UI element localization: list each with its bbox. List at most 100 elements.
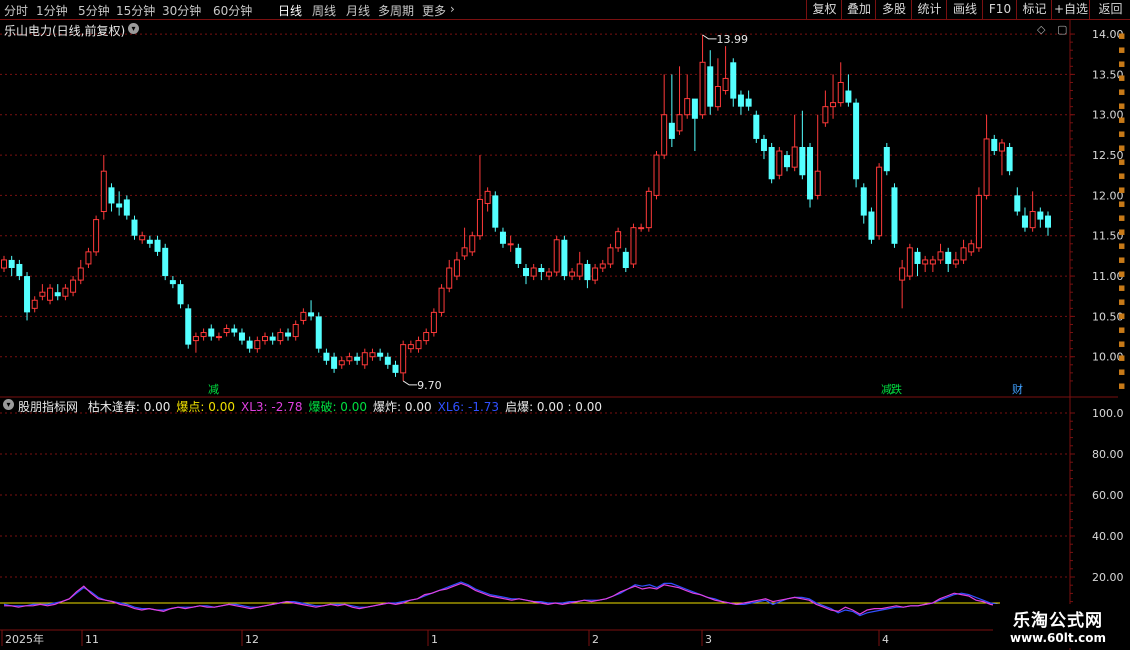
strip-mark: ▪ [1118, 155, 1126, 168]
event-tag[interactable]: 跌 [890, 381, 903, 397]
strip-mark: ▪ [1118, 57, 1126, 70]
time-axis-label: 11 [85, 633, 99, 646]
period-toolbar: 分时 1分钟 5分钟 15分钟 30分钟 60分钟 日线 周线 月线 多周期 更多 › 复权 叠加 多股 统计… [0, 0, 1130, 20]
candle-body-up [1, 259, 7, 269]
indicator-legend-item: 启爆: 0.00 : 0.00 [505, 400, 603, 414]
candle-body-up [85, 251, 92, 265]
candle-body-down [146, 239, 153, 244]
candle-body-up [400, 344, 407, 374]
indicator-chevron-down-icon[interactable]: ▾ [3, 399, 14, 410]
candle-body-down [392, 364, 399, 373]
event-tag[interactable]: 减 [207, 381, 220, 397]
period-tab[interactable]: 更多 [422, 2, 446, 19]
period-tab[interactable]: 5分钟 [78, 2, 110, 19]
candle-body-down [169, 280, 176, 285]
event-tag[interactable]: 财 [1011, 381, 1024, 397]
period-tab[interactable]: 日线 [278, 2, 302, 19]
candle-body-down [691, 98, 698, 119]
period-tab[interactable]: 分时 [4, 2, 28, 19]
strip-mark: ▪ [1118, 99, 1126, 112]
indicator-legend-item: 爆炸: 0.00 [373, 400, 432, 414]
toolbar-button[interactable]: 叠加 [841, 0, 876, 19]
strip-mark: ▪ [1118, 225, 1126, 238]
candle-body-down [54, 292, 61, 297]
candle-body-up [906, 247, 913, 277]
candle-body-up [876, 166, 883, 237]
toolbar-button[interactable]: 多股 [875, 0, 912, 19]
stock-title[interactable]: 乐山电力(日线,前复权) [4, 22, 125, 39]
candle-body-up [937, 251, 944, 261]
indicator-legend: 股朋指标网 枯木逢春: 0.00 爆点: 0.00 XL3: -2.78 爆破: 0.… [18, 398, 602, 415]
candle-body-down [784, 155, 790, 168]
candle-body-down [737, 94, 744, 107]
window-icon[interactable]: ▢ [1057, 23, 1067, 36]
candle-body-up [262, 336, 268, 342]
candle-body-down [868, 211, 875, 240]
candle-body-down [323, 352, 330, 361]
time-axis-label: 4 [882, 633, 889, 646]
candle-body-up [200, 332, 207, 338]
candle-body-up [968, 243, 975, 253]
toolbar-button[interactable]: 标记 [1016, 0, 1052, 19]
candle-body-down [238, 332, 245, 341]
strip-mark: ▪ [1118, 337, 1126, 350]
candle-body-down [945, 251, 952, 264]
candle-body-up [77, 267, 84, 281]
candle-body-down [760, 138, 767, 152]
indicator-legend-item: 爆点: 0.00 [176, 400, 235, 414]
toolbar-button[interactable]: 返回 [1089, 0, 1130, 19]
axis-layer: 14.0013.5013.0012.5012.0011.5011.0010.50… [5, 28, 1124, 646]
candle-body-down [745, 98, 752, 107]
chevron-down-icon[interactable]: ▾ [128, 23, 139, 34]
candle-body-down [123, 199, 130, 216]
period-tab[interactable]: 30分钟 [162, 2, 201, 19]
period-tab[interactable]: 1分钟 [36, 2, 68, 19]
candle-body-down [131, 219, 138, 236]
period-tab[interactable]: 60分钟 [213, 2, 252, 19]
candle-body-up [39, 291, 46, 297]
candle-body-down [108, 187, 115, 204]
candle-body-down [208, 328, 215, 337]
candle-body-up [93, 219, 100, 253]
candle-body-up [830, 102, 837, 108]
candle-body-up [653, 154, 660, 196]
period-tab[interactable]: 15分钟 [116, 2, 155, 19]
toolbar-button[interactable]: +自选 [1051, 0, 1090, 19]
candle-body-up [983, 138, 990, 196]
candle-body-down [622, 251, 629, 268]
candle-body-up [70, 279, 77, 293]
diamond-icon[interactable]: ◇ [1037, 23, 1045, 36]
candle-body-down [1014, 195, 1021, 212]
candle-body-down [1045, 215, 1051, 228]
period-tab[interactable]: 周线 [312, 2, 336, 19]
toolbar-button[interactable]: 复权 [806, 0, 842, 19]
toolbar-button[interactable]: 统计 [911, 0, 947, 19]
toolbar-button[interactable]: F10 [982, 0, 1017, 19]
indicator-name[interactable]: 股朋指标网 [18, 400, 78, 414]
candle-body-up [960, 247, 967, 261]
chevron-right-icon[interactable]: › [450, 2, 455, 16]
strip-mark: ▪ [1118, 323, 1126, 336]
candle-body-up [998, 142, 1005, 152]
candle-body-up [929, 259, 936, 265]
period-tab[interactable]: 多周期 [378, 2, 414, 19]
period-tab[interactable]: 月线 [346, 2, 370, 19]
candle-body-up [438, 287, 445, 313]
candle-body-up [899, 267, 906, 281]
candle-body-down [162, 247, 169, 277]
candle-body-up [277, 332, 284, 342]
strip-mark: ▪ [1118, 267, 1126, 280]
toolbar-button[interactable]: 画线 [946, 0, 983, 19]
candle-body-up [361, 352, 368, 366]
candle-body-up [461, 247, 468, 257]
candle-body-up [615, 231, 622, 249]
candle-body-up [476, 198, 483, 237]
strip-mark: ▪ [1118, 141, 1126, 154]
candle-body-down [845, 90, 852, 103]
candle-body-up [952, 259, 959, 265]
candle-body-up [975, 194, 982, 249]
candle-body-up [292, 323, 299, 338]
candle-body-down [377, 352, 384, 357]
candle-body-down [116, 203, 123, 208]
candle-body-down [753, 114, 760, 139]
